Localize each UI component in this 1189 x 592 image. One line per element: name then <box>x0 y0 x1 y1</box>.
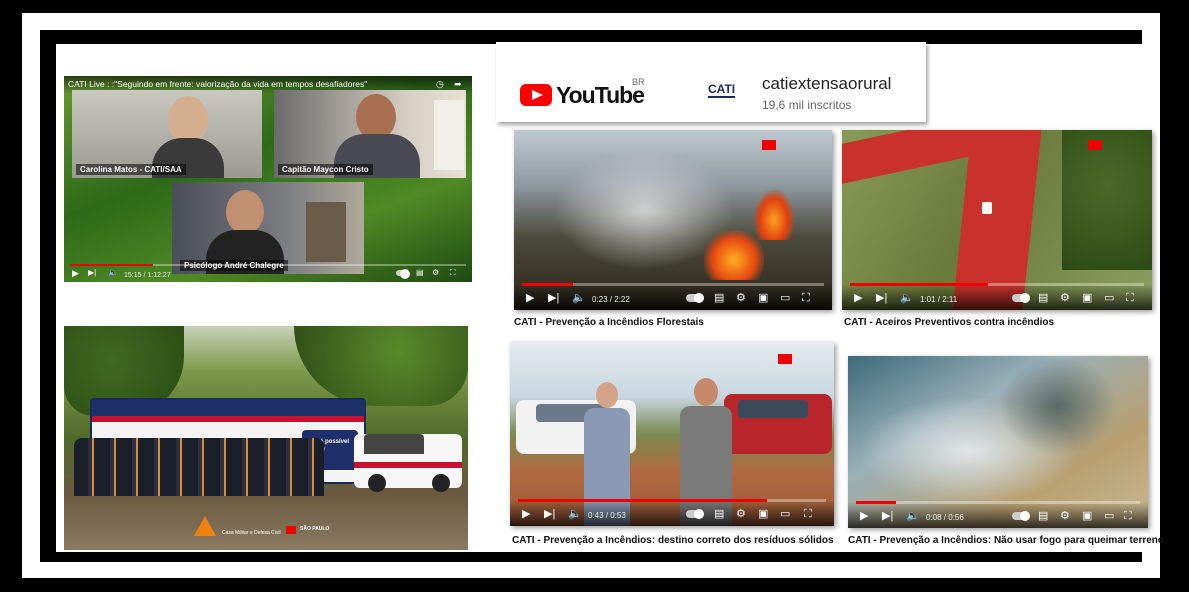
channel-logo[interactable]: CATI <box>700 78 748 106</box>
participant-tile: Carolina Matos - CATI/SAA <box>72 90 262 178</box>
next-icon[interactable]: ▶| <box>876 291 887 305</box>
next-icon[interactable]: ▶| <box>548 291 559 305</box>
playback-time: 15:15 / 1:12:27 <box>124 272 171 279</box>
miniplayer-icon[interactable]: ▣ <box>758 507 768 521</box>
fullscreen-icon[interactable]: ⛶ <box>1124 509 1132 523</box>
subtitles-icon[interactable]: ▤ <box>416 266 424 280</box>
subtitles-icon[interactable]: ▤ <box>1038 509 1048 523</box>
video-title[interactable]: CATI - Aceiros Preventivos contra incênd… <box>844 317 1054 328</box>
playback-time: 0:08 / 0:56 <box>926 513 964 522</box>
theater-icon[interactable]: ▭ <box>1104 291 1114 305</box>
live-video-panel[interactable]: CATI Live : :"Seguindo em frente: valori… <box>64 76 472 282</box>
volume-icon[interactable]: 🔈 <box>906 509 920 523</box>
live-title: CATI Live : :"Seguindo em frente: valori… <box>68 79 368 89</box>
brand-flag-icon <box>778 354 792 364</box>
autoplay-toggle[interactable] <box>396 269 410 279</box>
tractor <box>982 202 992 214</box>
participant-name: Carolina Matos - CATI/SAA <box>76 164 186 175</box>
fullscreen-icon[interactable]: ⛶ <box>804 507 812 521</box>
video-title[interactable]: CATI - Prevenção a Incêndios: Não usar f… <box>848 535 1167 546</box>
avatar <box>168 96 208 144</box>
channel-logo-text: CATI <box>708 82 736 98</box>
fullscreen-icon[interactable]: ⛶ <box>802 291 810 305</box>
event-footer-text: Casa Militar e Defesa Civil <box>222 530 281 536</box>
progress-bar[interactable] <box>70 264 466 266</box>
red-car <box>724 394 832 454</box>
state-label: SÃO PAULO <box>300 526 330 532</box>
pickup-truck <box>354 434 462 492</box>
volume-icon[interactable]: 🔈 <box>572 291 586 305</box>
next-icon[interactable]: ▶| <box>88 266 96 280</box>
clock-icon[interactable]: ◷ <box>436 79 444 90</box>
subscriber-count: 19,6 mil inscritos <box>762 98 852 112</box>
video-card[interactable]: ▶ ▶| 🔈 0:08 / 0:56 ▤ ⚙ ▣ ▭ ⛶ <box>848 356 1148 528</box>
video-card[interactable]: ▶ ▶| 🔈 0:43 / 0:53 ▤ ⚙ ▣ ▭ ⛶ <box>510 342 834 526</box>
play-icon[interactable]: ▶ <box>854 291 862 305</box>
share-icon[interactable]: ➦ <box>454 79 462 90</box>
civil-defense-logo-icon <box>194 516 216 536</box>
video-card[interactable]: ▶ ▶| 🔈 0:23 / 2:22 ▤ ⚙ ▣ ▭ ⛶ <box>514 130 832 310</box>
autoplay-toggle[interactable] <box>686 293 704 303</box>
playback-time: 0:23 / 2:22 <box>592 295 630 304</box>
theater-icon[interactable]: ▭ <box>1104 509 1114 523</box>
playback-time: 1:01 / 2:11 <box>920 295 958 304</box>
play-icon[interactable]: ▶ <box>522 507 530 521</box>
progress-bar[interactable] <box>850 283 1144 286</box>
theater-icon[interactable]: ▭ <box>780 507 790 521</box>
participant-tile: Psicólogo André Chalegre <box>172 182 364 274</box>
settings-icon[interactable]: ⚙ <box>736 291 746 305</box>
next-icon[interactable]: ▶| <box>882 509 893 523</box>
event-photo: Crer é possível vencer Casa Militar e De… <box>64 326 468 550</box>
play-icon[interactable]: ▶ <box>526 291 534 305</box>
miniplayer-icon[interactable]: ▣ <box>758 291 768 305</box>
participant-tile: Capitão Maycon Cristo <box>274 90 466 178</box>
video-card[interactable]: ▶ ▶| 🔈 1:01 / 2:11 ▤ ⚙ ▣ ▭ ⛶ <box>842 130 1152 310</box>
channel-header[interactable]: YouTube BR CATI catiextensaorural 19,6 m… <box>496 42 926 122</box>
volume-icon[interactable]: 🔈 <box>108 266 118 280</box>
progress-bar[interactable] <box>856 501 1140 504</box>
theater-icon[interactable]: ▭ <box>780 291 790 305</box>
youtube-wordmark: YouTube <box>556 82 645 108</box>
subtitles-icon[interactable]: ▤ <box>1038 291 1048 305</box>
settings-icon[interactable]: ⚙ <box>1060 509 1070 523</box>
avatar <box>226 190 264 234</box>
fullscreen-icon[interactable]: ⛶ <box>450 266 456 280</box>
region-code: BR <box>632 77 645 87</box>
autoplay-toggle[interactable] <box>686 509 704 519</box>
miniplayer-icon[interactable]: ▣ <box>1082 509 1092 523</box>
video-title[interactable]: CATI - Prevenção a Incêndios Florestais <box>514 317 704 328</box>
fullscreen-icon[interactable]: ⛶ <box>1126 291 1134 305</box>
subtitles-icon[interactable]: ▤ <box>714 507 724 521</box>
next-icon[interactable]: ▶| <box>544 507 555 521</box>
participant-name: Capitão Maycon Cristo <box>278 164 373 175</box>
progress-bar[interactable] <box>522 283 824 286</box>
settings-icon[interactable]: ⚙ <box>432 266 439 280</box>
subtitles-icon[interactable]: ▤ <box>714 291 724 305</box>
playback-time: 0:43 / 0:53 <box>588 511 626 520</box>
brand-flag-icon <box>1088 140 1102 150</box>
settings-icon[interactable]: ⚙ <box>736 507 746 521</box>
autoplay-toggle[interactable] <box>1012 511 1030 521</box>
play-icon[interactable]: ▶ <box>72 266 79 280</box>
channel-name[interactable]: catiextensaorural <box>762 74 891 94</box>
video-title[interactable]: CATI - Prevenção a Incêndios: destino co… <box>512 535 834 546</box>
settings-icon[interactable]: ⚙ <box>1060 291 1070 305</box>
miniplayer-icon[interactable]: ▣ <box>1082 291 1092 305</box>
play-icon[interactable]: ▶ <box>860 509 868 523</box>
group-of-people <box>74 438 324 496</box>
progress-bar[interactable] <box>518 499 826 502</box>
autoplay-toggle[interactable] <box>1012 293 1030 303</box>
volume-icon[interactable]: 🔈 <box>900 291 914 305</box>
youtube-logo-icon <box>520 84 552 106</box>
collage-canvas: CATI Live : :"Seguindo em frente: valori… <box>56 42 1167 552</box>
brand-flag-icon <box>762 140 776 150</box>
volume-icon[interactable]: 🔈 <box>568 507 582 521</box>
